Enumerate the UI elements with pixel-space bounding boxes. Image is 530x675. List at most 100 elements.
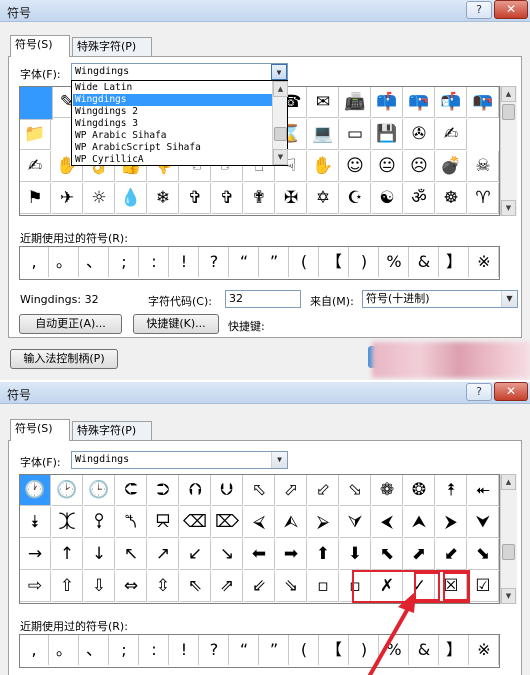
symbol-cell[interactable]: ⬂ <box>340 475 371 506</box>
symbol-cell[interactable]: ❄ <box>148 183 179 214</box>
symbol-cell[interactable]: ⯬ <box>468 475 499 506</box>
recent-symbol[interactable]: ※ <box>470 635 499 665</box>
tab-special-chars[interactable]: 特殊字符(P) <box>72 37 152 57</box>
font-option[interactable]: WP Arabic Sihafa <box>73 130 273 142</box>
chevron-down-icon[interactable]: ▼ <box>501 291 517 307</box>
symbol-cell[interactable]: ⬊ <box>468 539 499 570</box>
close-button[interactable]: ✕ <box>494 382 528 401</box>
recent-symbol[interactable]: : <box>140 247 169 277</box>
recent-symbol[interactable]: ” <box>260 635 289 665</box>
symbol-cell[interactable]: ⮟ <box>468 507 499 538</box>
symbol-cell[interactable]: ▫ <box>308 571 339 602</box>
symbol-cell[interactable]: 💻 <box>308 119 339 150</box>
recent-symbol[interactable]: , <box>20 635 49 665</box>
font-select[interactable]: Wingdings ▼ <box>71 451 288 469</box>
font-option[interactable]: Wide Latin <box>73 82 273 94</box>
tab-special-chars[interactable]: 特殊字符(P) <box>72 421 152 441</box>
symbol-cell[interactable]: ⯳ <box>148 507 179 538</box>
recent-symbol[interactable]: “ <box>230 635 259 665</box>
symbol-cell[interactable]: ⮙ <box>276 507 307 538</box>
symbol-cell[interactable]: 📪 <box>404 87 435 118</box>
help-button[interactable]: ? <box>466 383 492 401</box>
symbol-cell[interactable]: ✞ <box>212 183 243 214</box>
symbol-cell[interactable]: ⬃ <box>308 475 339 506</box>
symbol-cell[interactable]: ▭ <box>340 119 371 150</box>
symbol-cell[interactable]: ☪ <box>340 183 371 214</box>
symbol-cell[interactable]: ❁ <box>372 475 403 506</box>
symbol-cell[interactable]: ✟ <box>244 183 275 214</box>
recent-symbol[interactable]: & <box>410 247 439 277</box>
recent-symbol[interactable]: 。 <box>50 635 79 665</box>
symbol-cell[interactable]: 🕒 <box>84 475 115 506</box>
scroll-thumb[interactable] <box>274 127 287 141</box>
recent-symbol[interactable]: ; <box>110 247 139 277</box>
symbol-cell[interactable]: ⇘ <box>276 571 307 602</box>
scroll-up-icon[interactable]: ▲ <box>501 86 516 102</box>
tab-symbols[interactable]: 符号(S) <box>10 419 70 441</box>
symbol-cell[interactable]: ⚑ <box>20 183 51 214</box>
scroll-up-icon[interactable]: ▲ <box>273 81 288 97</box>
recent-symbol[interactable]: ? <box>200 635 229 665</box>
recent-symbol[interactable]: 、 <box>80 247 109 277</box>
tab-symbols[interactable]: 符号(S) <box>10 35 70 57</box>
symbol-cell[interactable]: ↖ <box>116 539 147 570</box>
symbol-cell[interactable]: ☹ <box>404 151 435 182</box>
close-button[interactable]: ✕ <box>494 0 528 19</box>
symbol-cell[interactable]: 🕑 <box>52 475 83 506</box>
help-button[interactable]: ? <box>466 1 492 19</box>
symbol-cell[interactable]: ⮈ <box>116 475 147 506</box>
symbol-cell[interactable]: 📠 <box>340 87 371 118</box>
font-option[interactable]: WP ArabicScript Sihafa <box>73 142 273 154</box>
recent-symbol[interactable]: 】 <box>440 247 469 277</box>
dropdown-scrollbar[interactable]: ▲ ▼ <box>272 81 288 165</box>
symbol-cell[interactable]: ⮋ <box>212 475 243 506</box>
symbol-cell[interactable]: 💣 <box>436 151 467 182</box>
font-select[interactable]: Wingdings ▼ <box>71 63 288 81</box>
symbol-cell[interactable]: ⬁ <box>244 475 275 506</box>
symbol-cell[interactable]: ↘ <box>212 539 243 570</box>
symbol-cell[interactable]: ✍ <box>436 119 467 150</box>
from-select[interactable]: 符号(十进制) ▼ <box>362 290 518 308</box>
symbol-cell[interactable]: ⇳ <box>148 571 179 602</box>
symbol-cell[interactable]: ⮊ <box>148 475 179 506</box>
symbol-grid-scrollbar[interactable]: ▲ ▼ <box>500 86 517 216</box>
symbol-cell[interactable]: ☠ <box>468 151 499 182</box>
symbol-cell[interactable]: ⮝ <box>404 507 435 538</box>
symbol-cell[interactable]: ⯱ <box>84 507 115 538</box>
symbol-cell[interactable]: 📫 <box>372 87 403 118</box>
recent-symbol[interactable]: “ <box>230 247 259 277</box>
recent-symbol[interactable]: ? <box>200 247 229 277</box>
symbol-cell[interactable]: 📬 <box>436 87 467 118</box>
recent-symbol[interactable]: 、 <box>80 635 109 665</box>
scroll-down-icon[interactable]: ▼ <box>273 149 288 165</box>
symbol-cell[interactable]: 📁 <box>20 119 51 150</box>
symbol-cell[interactable]: ⇔ <box>116 571 147 602</box>
symbol-cell[interactable]: ↓ <box>84 539 115 570</box>
chevron-down-icon[interactable]: ▼ <box>271 64 287 80</box>
symbol-cell[interactable]: ✈ <box>52 183 83 214</box>
symbol-cell[interactable]: 💧 <box>116 183 147 214</box>
shortcut-key-button[interactable]: 快捷键(K)... <box>133 314 219 334</box>
symbol-cell[interactable]: ↗ <box>148 539 179 570</box>
symbol-cell[interactable]: ⇗ <box>212 571 243 602</box>
scroll-thumb[interactable] <box>502 544 515 560</box>
symbol-cell[interactable]: ➡ <box>276 539 307 570</box>
symbol-cell[interactable]: ⮘ <box>244 507 275 538</box>
symbol-cell[interactable]: ⬉ <box>372 539 403 570</box>
chevron-down-icon[interactable]: ▼ <box>271 452 287 468</box>
symbol-cell[interactable]: ⇧ <box>52 571 83 602</box>
scroll-up-icon[interactable]: ▲ <box>501 474 516 490</box>
symbol-cell[interactable]: ⬋ <box>436 539 467 570</box>
symbol-cell[interactable]: ✡ <box>308 183 339 214</box>
autocorrect-button[interactable]: 自动更正(A)... <box>19 314 122 334</box>
symbol-cell[interactable]: ⮛ <box>340 507 371 538</box>
scroll-down-icon[interactable]: ▼ <box>501 200 516 216</box>
symbol-cell[interactable]: ❂ <box>404 475 435 506</box>
symbol-grid-scrollbar[interactable]: ▲ ▼ <box>500 474 517 604</box>
recent-symbol[interactable]: ! <box>170 247 199 277</box>
symbol-cell[interactable]: ⯰ <box>52 507 83 538</box>
symbol-cell[interactable]: ✇ <box>404 119 435 150</box>
recent-symbol[interactable]: % <box>380 247 409 277</box>
recent-symbol[interactable]: ; <box>110 635 139 665</box>
symbol-cell[interactable]: ⬀ <box>276 475 307 506</box>
